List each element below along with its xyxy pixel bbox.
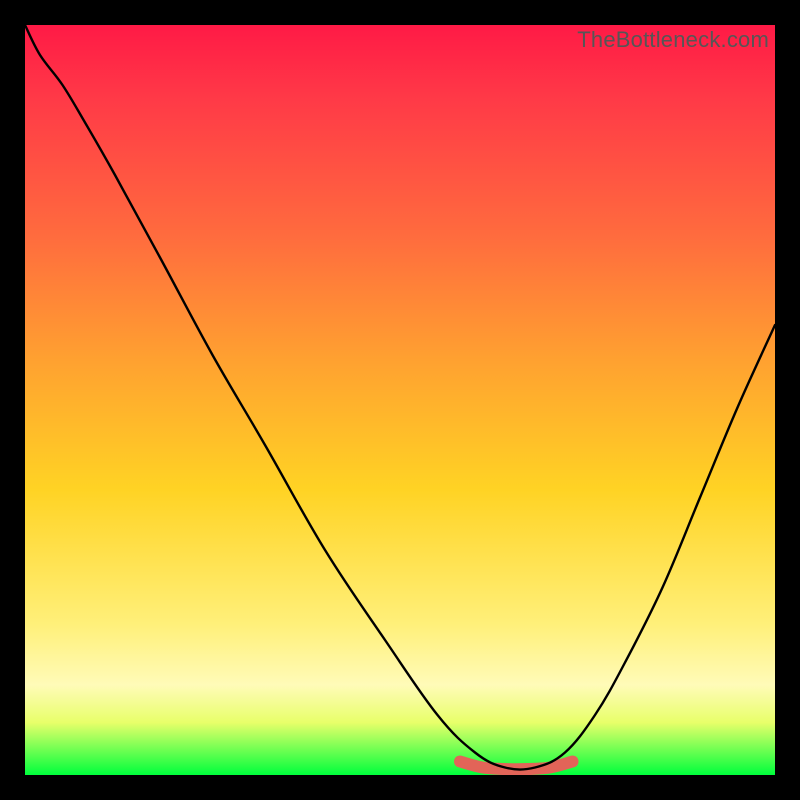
chart-frame: TheBottleneck.com xyxy=(0,0,800,800)
watermark-label: TheBottleneck.com xyxy=(577,27,769,53)
chart-svg xyxy=(25,25,775,775)
plot-area: TheBottleneck.com xyxy=(25,25,775,775)
bottleneck-curve xyxy=(25,25,775,770)
